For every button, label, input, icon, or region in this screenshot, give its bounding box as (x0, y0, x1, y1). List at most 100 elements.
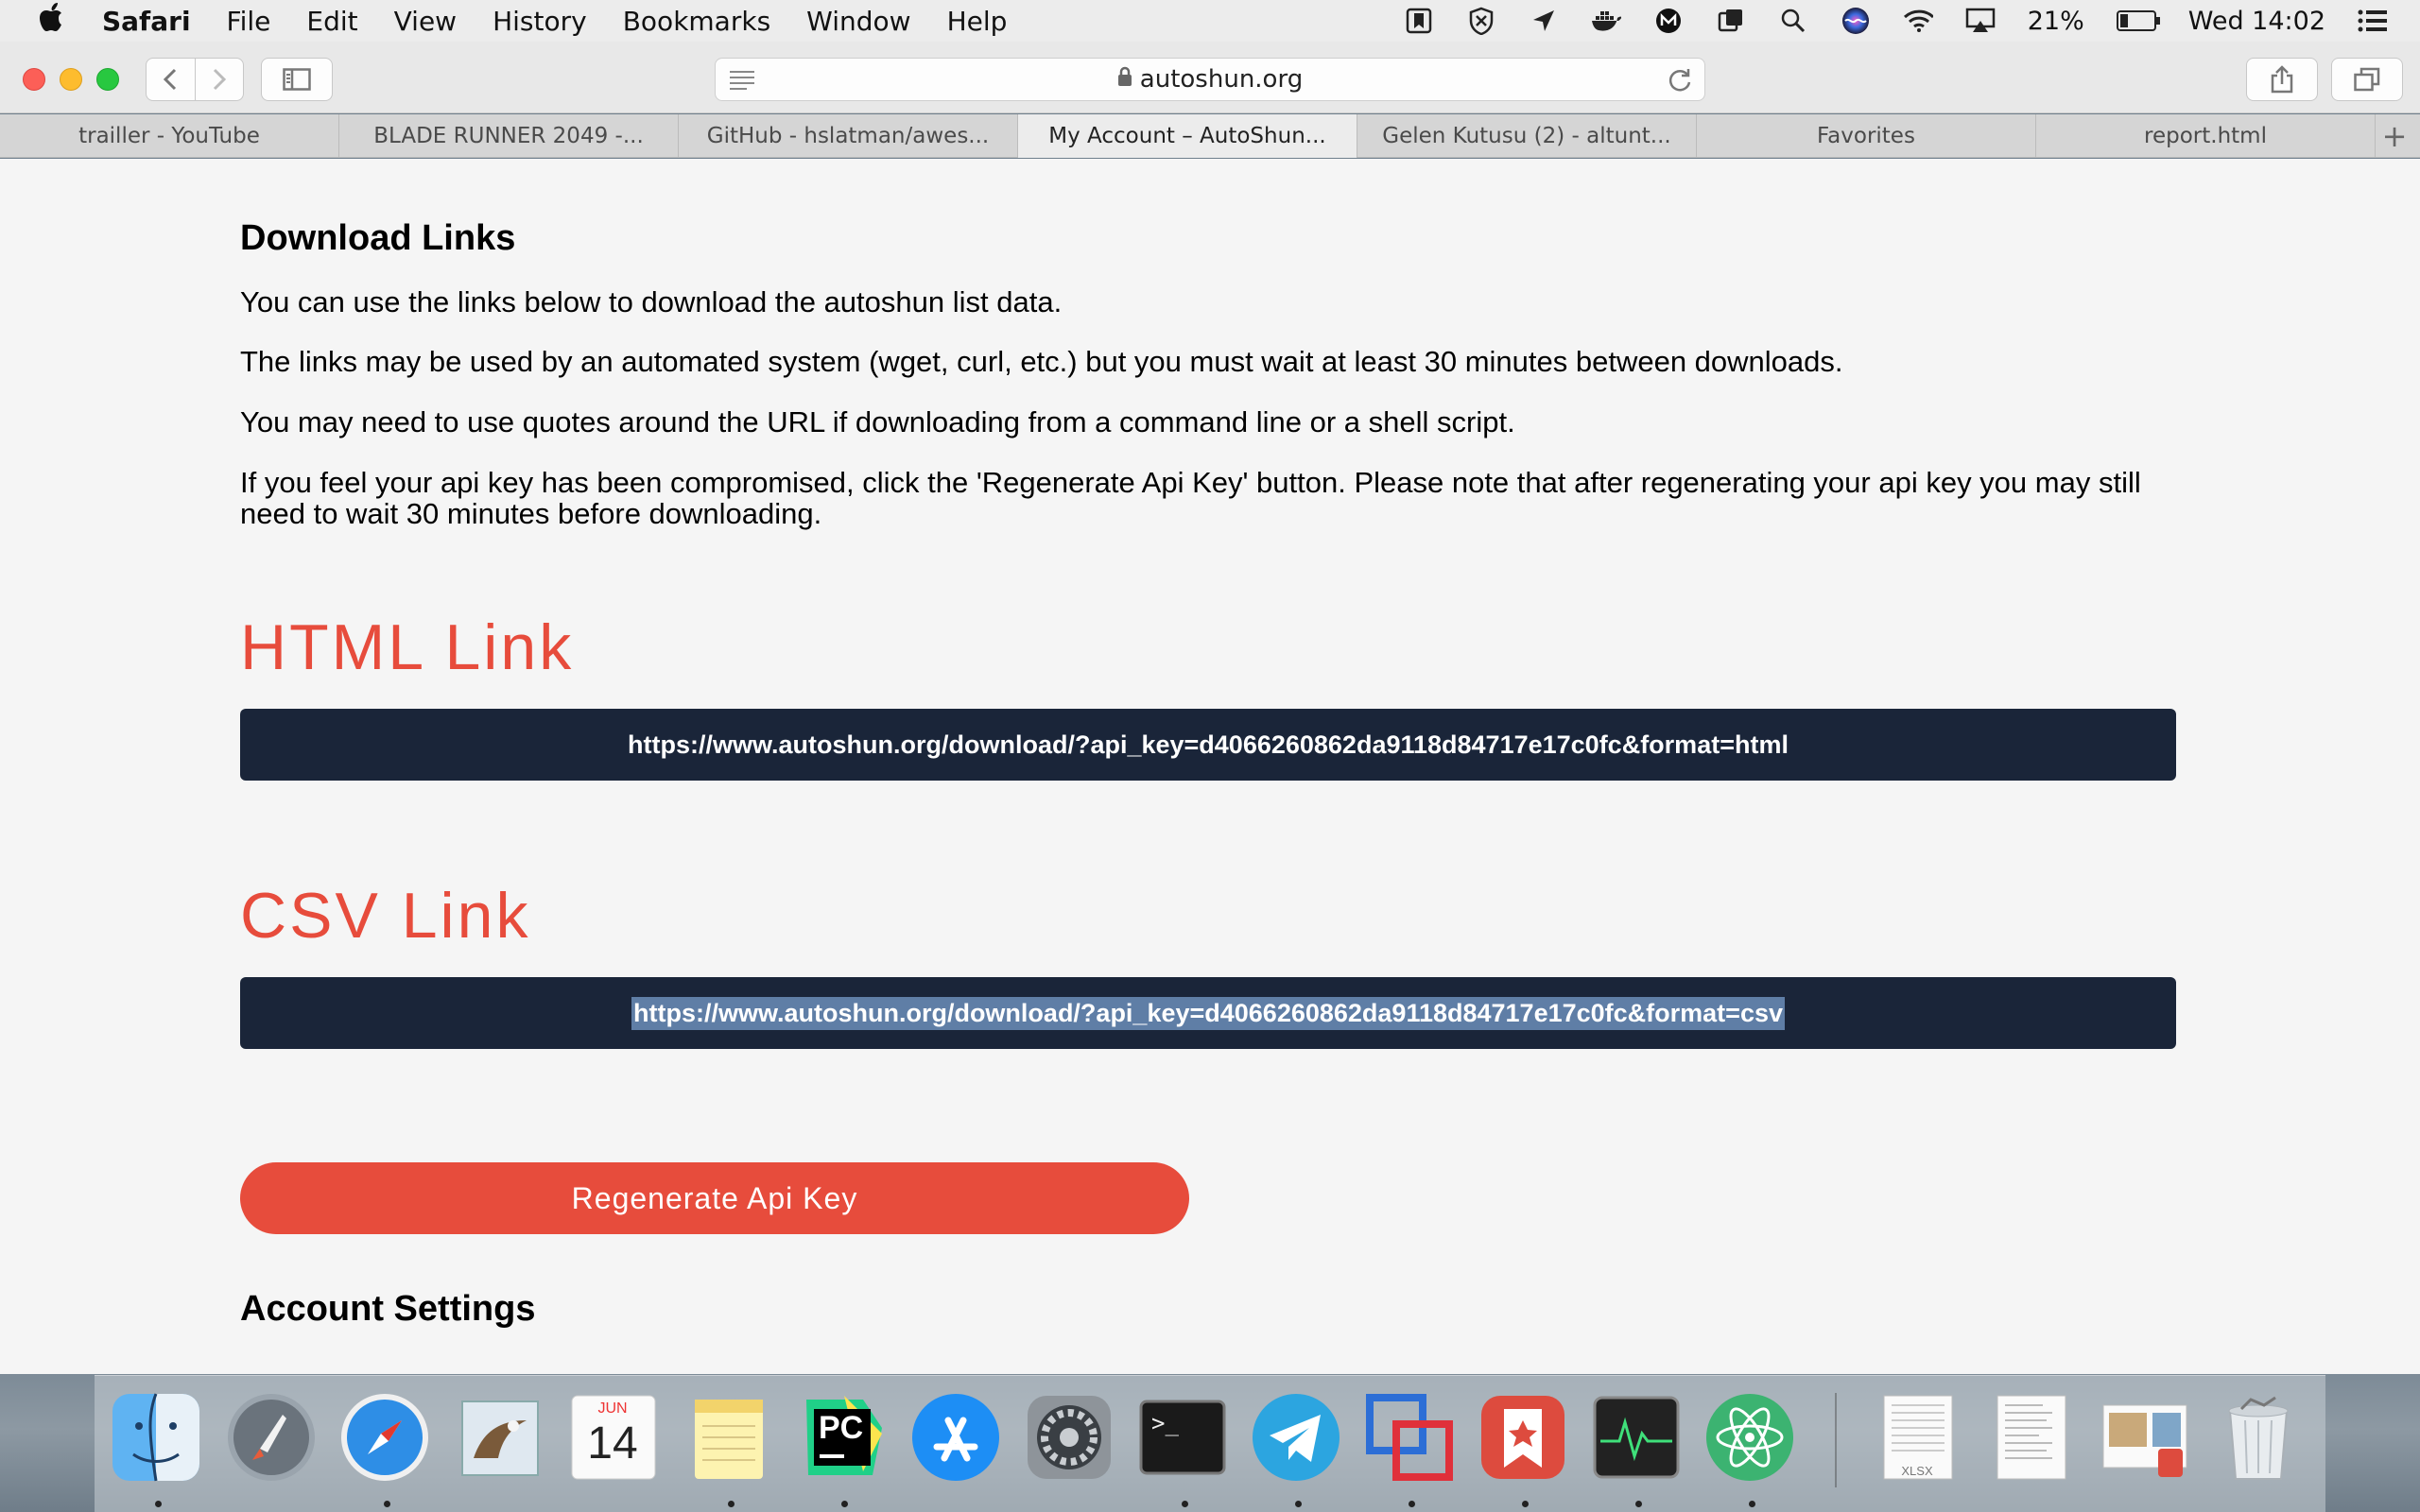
tabs-overview-icon (2354, 67, 2380, 92)
terminal-icon[interactable]: >_ (1136, 1391, 1229, 1484)
html-link-heading: HTML Link (240, 611, 575, 683)
account-settings-heading: Account Settings (240, 1289, 536, 1329)
tab-blade-runner[interactable]: BLADE RUNNER 2049 -... (339, 114, 679, 158)
pycharm-label: PC (819, 1410, 864, 1446)
running-indicator (841, 1501, 848, 1507)
show-tabs-button[interactable] (2331, 58, 2403, 101)
close-window-button[interactable] (23, 68, 45, 91)
menu-help[interactable]: Help (947, 6, 1008, 37)
menu-bookmarks[interactable]: Bookmarks (623, 6, 770, 37)
running-indicator (1749, 1501, 1755, 1507)
menu-edit[interactable]: Edit (306, 6, 357, 37)
menu-bar: Safari File Edit View History Bookmarks … (0, 0, 2420, 42)
airplay-icon[interactable] (1965, 6, 1996, 36)
download-intro-text: You can use the links below to download … (240, 285, 1063, 318)
new-tab-button[interactable]: + (2376, 114, 2413, 158)
chevron-right-icon (213, 68, 226, 91)
screenshot-document-icon[interactable] (2099, 1391, 2191, 1484)
reader-view-icon[interactable] (729, 67, 757, 92)
safari-icon[interactable] (338, 1391, 431, 1484)
window-manager-icon[interactable] (1716, 6, 1746, 36)
wunderlist-icon[interactable] (1477, 1391, 1569, 1484)
calendar-day: 14 (587, 1418, 638, 1469)
html-link-url[interactable]: https://www.autoshun.org/download/?api_k… (628, 730, 1789, 760)
running-indicator (728, 1501, 735, 1507)
url-text: autoshun.org (1139, 65, 1304, 94)
lock-icon (1117, 65, 1132, 94)
running-indicator (1409, 1501, 1415, 1507)
tab-gelen-kutusu[interactable]: Gelen Kutusu (2) - altunt... (1357, 114, 1697, 158)
sidebar-icon (283, 68, 311, 91)
activity-monitor-icon[interactable] (1590, 1391, 1683, 1484)
xlsx-document-icon[interactable]: XLSX (1872, 1391, 1964, 1484)
csv-link-url[interactable]: https://www.autoshun.org/download/?api_k… (631, 996, 1785, 1030)
running-indicator (155, 1501, 162, 1507)
spotlight-search-icon[interactable] (1778, 6, 1808, 36)
calendar-month: JUN (597, 1400, 628, 1417)
docker-icon[interactable] (1591, 6, 1621, 36)
shield-icon[interactable] (1466, 6, 1496, 36)
calendar-icon[interactable]: JUN 14 (567, 1391, 660, 1484)
virtual-machine-icon[interactable] (1363, 1391, 1456, 1484)
menu-history[interactable]: History (493, 6, 587, 37)
app-store-icon[interactable] (909, 1391, 1002, 1484)
csv-link-heading: CSV Link (240, 880, 531, 952)
xlsx-label: XLSX (1901, 1464, 1933, 1478)
menu-window[interactable]: Window (806, 6, 910, 37)
tab-bar: trailler - YouTube BLADE RUNNER 2049 -..… (0, 114, 2420, 158)
menu-view[interactable]: View (394, 6, 457, 37)
download-links-heading: Download Links (240, 218, 516, 258)
tab-report[interactable]: report.html (2036, 114, 2376, 158)
running-indicator (1182, 1501, 1188, 1507)
tab-github[interactable]: GitHub - hslatman/awes... (679, 114, 1018, 158)
tab-favorites[interactable]: Favorites (1697, 114, 2036, 158)
running-indicator (1635, 1501, 1642, 1507)
address-bar[interactable]: autoshun.org (715, 58, 1705, 101)
apple-menu-icon[interactable] (34, 2, 72, 40)
menu-app-safari[interactable]: Safari (102, 6, 191, 37)
tab-my-account[interactable]: My Account – AutoShun... (1018, 114, 1357, 158)
terminal-prompt: >_ (1151, 1410, 1179, 1436)
location-arrow-icon[interactable] (1529, 6, 1559, 36)
back-button[interactable] (147, 59, 196, 100)
battery-icon[interactable] (2116, 10, 2160, 31)
html-link-box[interactable]: https://www.autoshun.org/download/?api_k… (240, 709, 2176, 781)
bookmark-app-icon[interactable] (1404, 6, 1434, 36)
minimize-window-button[interactable] (60, 68, 82, 91)
finder-icon[interactable] (110, 1391, 202, 1484)
system-preferences-icon[interactable] (1023, 1391, 1115, 1484)
api-key-note-text: If you feel your api key has been compro… (240, 466, 2141, 530)
siri-icon[interactable] (1841, 6, 1871, 36)
menubar-clock[interactable]: Wed 14:02 (2188, 7, 2325, 36)
battery-percent: 21% (2027, 6, 2084, 36)
share-button[interactable] (2246, 58, 2318, 101)
automation-note-text: The links may be used by an automated sy… (240, 345, 1843, 378)
pycharm-icon[interactable]: PC (796, 1391, 889, 1484)
navigation-buttons (146, 58, 244, 101)
quotes-note-text: You may need to use quotes around the UR… (240, 405, 1515, 438)
dock-separator (1835, 1393, 1837, 1487)
trash-icon[interactable] (2212, 1391, 2305, 1484)
regenerate-api-key-button[interactable]: Regenerate Api Key (240, 1162, 1189, 1234)
wifi-icon[interactable] (1903, 6, 1933, 36)
launchpad-icon[interactable] (225, 1391, 318, 1484)
zoom-window-button[interactable] (96, 68, 119, 91)
document-icon[interactable] (1985, 1391, 2078, 1484)
tab-youtube[interactable]: trailler - YouTube (0, 114, 339, 158)
sidebar-button[interactable] (261, 58, 333, 101)
mail-icon[interactable] (454, 1391, 546, 1484)
atom-icon[interactable] (1703, 1391, 1796, 1484)
share-icon (2271, 65, 2293, 94)
csv-link-box[interactable]: https://www.autoshun.org/download/?api_k… (240, 977, 2176, 1049)
reload-icon[interactable] (1667, 67, 1693, 94)
chevron-left-icon (164, 68, 177, 91)
web-page: Download Links You can use the links bel… (0, 159, 2420, 1374)
menu-file[interactable]: File (227, 6, 271, 37)
telegram-icon[interactable] (1250, 1391, 1342, 1484)
status-area: 21% Wed 14:02 (1404, 0, 2420, 42)
monero-icon[interactable] (1653, 6, 1684, 36)
notes-icon[interactable] (683, 1391, 775, 1484)
notification-center-icon[interactable] (2358, 6, 2388, 36)
forward-button[interactable] (196, 59, 244, 100)
running-indicator (1522, 1501, 1529, 1507)
